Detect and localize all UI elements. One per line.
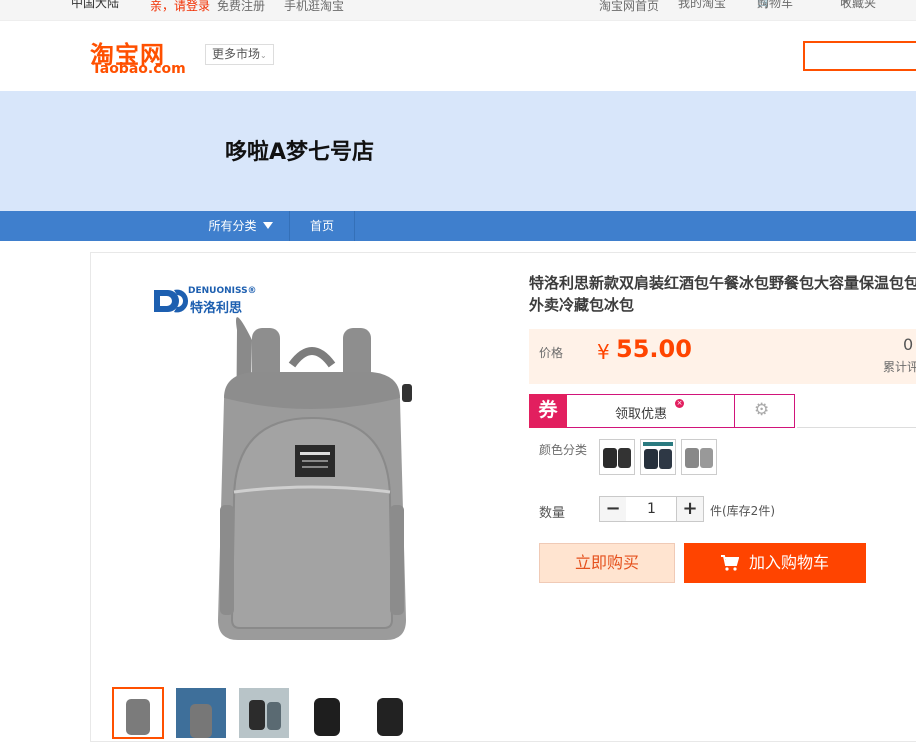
add-to-cart-button[interactable]: 加入购物车 <box>684 543 866 583</box>
site-nav-bar: 中国大陆 ⌄ 亲，请登录 免费注册 手机逛淘宝 淘宝网首页 我的淘宝 ⌄ 🛒购物… <box>0 0 916 21</box>
product-title: 特洛利思新款双肩装红酒包午餐冰包野餐包大容量保温包包外卖冷藏包冰包 <box>529 274 916 314</box>
buy-now-button[interactable]: 立即购买 <box>539 543 675 583</box>
nav-home[interactable]: 首页 <box>290 211 355 241</box>
logo-text-en: Taobao.com <box>92 61 186 77</box>
quantity-input[interactable]: 1 <box>626 496 677 522</box>
stock-label: 件(库存2件) <box>710 504 775 518</box>
quantity-increase-button[interactable]: + <box>676 496 704 522</box>
divider <box>797 427 916 428</box>
thumbnail-2[interactable] <box>175 687 227 739</box>
coupon-badge-icon: × <box>675 399 684 408</box>
quantity-label: 数量 <box>539 506 566 521</box>
coupon-divider <box>734 395 735 427</box>
product-main-image[interactable] <box>112 270 472 670</box>
color-label: 颜色分类 <box>539 443 588 457</box>
mobile-link[interactable]: 手机逛淘宝 <box>284 0 344 14</box>
chevron-down-icon: ⌄ <box>260 51 267 60</box>
price-value: 55.00 <box>616 335 692 363</box>
gear-icon[interactable]: ⚙ <box>754 400 769 420</box>
swatch-image <box>685 448 713 468</box>
quantity-decrease-button[interactable]: − <box>599 496 627 522</box>
nav-all-categories[interactable]: 所有分类 <box>192 211 290 241</box>
color-swatch-3[interactable] <box>681 439 717 475</box>
login-link[interactable]: 亲，请登录 <box>150 0 210 14</box>
nav-all-categories-label: 所有分类 <box>208 219 257 233</box>
chevron-down-icon: ⌄ <box>757 0 765 4</box>
search-input[interactable] <box>803 41 916 71</box>
taobao-home-link[interactable]: 淘宝网首页 <box>599 0 659 14</box>
swatch-image <box>643 442 673 469</box>
thumbnail-5[interactable] <box>364 687 416 739</box>
shop-banner: 哆啦A梦七号店 <box>0 91 916 211</box>
coupon-box[interactable]: 券 领取优惠 × ⚙ <box>529 394 795 428</box>
thumbnail-image <box>302 688 352 738</box>
triangle-down-icon <box>262 222 273 229</box>
color-swatch-2[interactable] <box>640 439 676 475</box>
swatch-image <box>603 448 631 468</box>
price-label: 价格 <box>539 346 564 360</box>
chevron-down-icon: ⌄ <box>678 0 686 4</box>
cart-icon <box>720 555 739 571</box>
thumbnail-image <box>176 688 226 738</box>
taobao-logo[interactable]: 淘宝网 Taobao.com <box>90 35 190 79</box>
favorites-label: 收藏夹 <box>840 0 877 10</box>
price-box: 价格 ¥ 55.00 0 累计评价 <box>529 329 916 384</box>
review-count: 0 <box>903 335 914 354</box>
coupon-tag: 券 <box>529 394 567 428</box>
thumbnail-1[interactable] <box>112 687 164 739</box>
header: 淘宝网 Taobao.com 更多市场⌄ <box>0 21 916 91</box>
thumbnail-4[interactable] <box>301 687 353 739</box>
chevron-down-icon: ⌄ <box>71 0 79 4</box>
thumbnail-3[interactable] <box>238 687 290 739</box>
more-markets-button[interactable]: 更多市场⌄ <box>205 44 274 65</box>
add-to-cart-label: 加入购物车 <box>748 553 829 572</box>
color-swatch-1[interactable] <box>599 439 635 475</box>
shop-nav: 所有分类 首页 <box>0 211 916 241</box>
register-link[interactable]: 免费注册 <box>217 0 265 14</box>
thumbnail-image <box>365 688 415 738</box>
thumbnail-image <box>239 688 289 738</box>
thumbnail-image <box>114 689 162 737</box>
review-count-label: 累计评价 <box>883 360 916 374</box>
shop-name[interactable]: 哆啦A梦七号店 <box>225 134 374 166</box>
currency-symbol: ¥ <box>597 340 610 364</box>
more-markets-label: 更多市场 <box>212 47 261 61</box>
coupon-label: 领取优惠 <box>615 407 668 422</box>
